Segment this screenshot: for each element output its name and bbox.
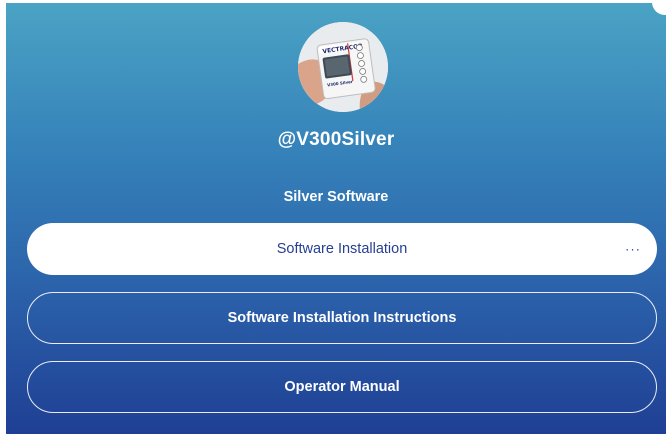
device-photo-avatar: VECTRACOR V300 Silver xyxy=(298,22,388,112)
operator-manual-label: Operator Manual xyxy=(284,379,400,395)
software-installation-instructions-label: Software Installation Instructions xyxy=(227,310,457,326)
profile-username: @V300Silver xyxy=(277,129,395,150)
more-dots-icon[interactable]: ··· xyxy=(625,243,641,256)
software-installation-instructions-button[interactable]: Software Installation Instructions xyxy=(27,292,657,344)
operator-manual-button[interactable]: Operator Manual xyxy=(27,361,657,413)
software-installation-label: Software Installation xyxy=(276,241,408,257)
corner-menu-button[interactable] xyxy=(652,3,666,15)
software-installation-button[interactable]: Software Installation ··· xyxy=(27,223,657,275)
linktree-page: VECTRACOR V300 Silver @V300Silver Silver… xyxy=(6,3,666,434)
section-title: Silver Software xyxy=(283,189,389,205)
avatar: VECTRACOR V300 Silver xyxy=(298,22,388,112)
